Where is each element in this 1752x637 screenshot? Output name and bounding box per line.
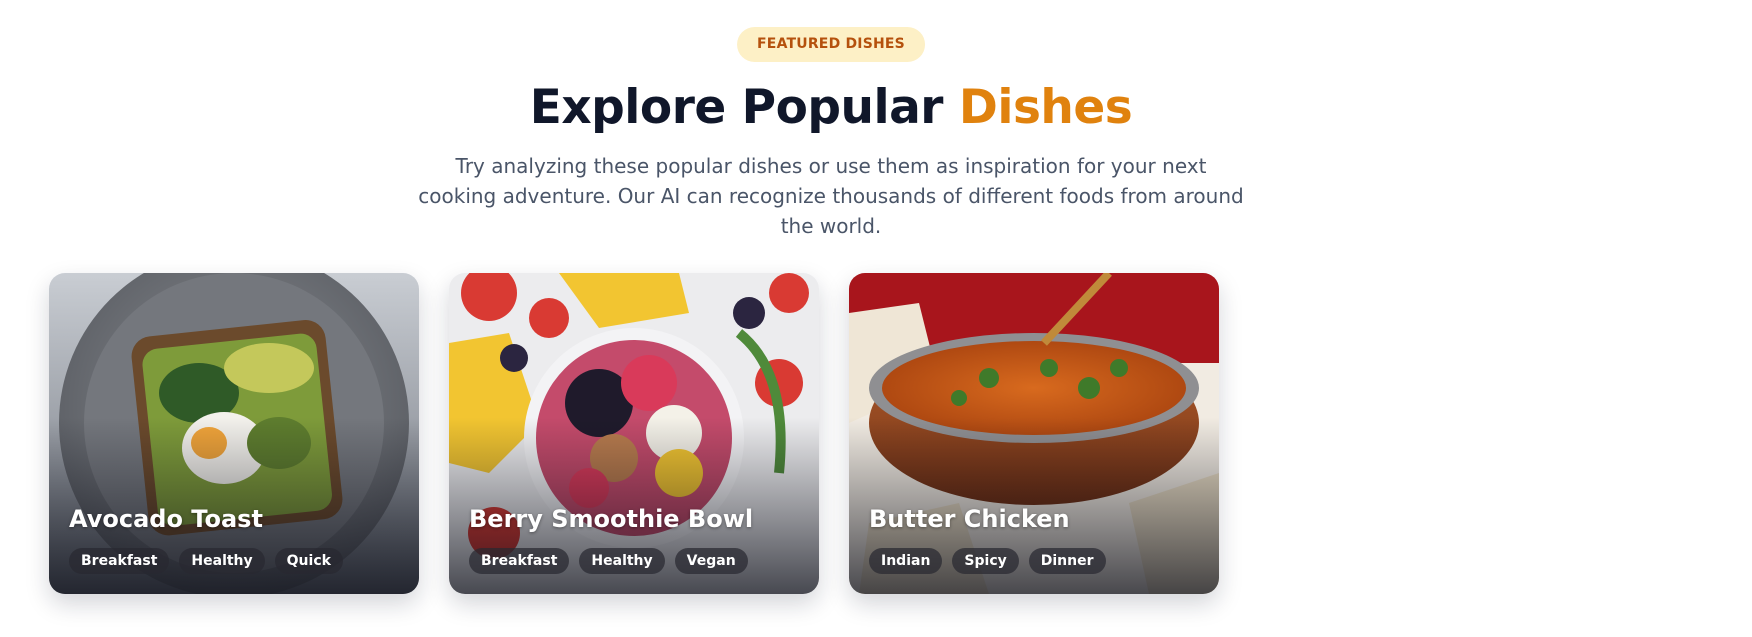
dish-tag: Breakfast [469,548,570,574]
dish-card-butter-chicken[interactable]: Butter Chicken Indian Spicy Dinner [849,273,1219,594]
featured-badge: FEATURED DISHES [737,27,925,62]
card-overlay [849,273,1219,594]
dish-tag: Vegan [674,548,748,574]
dish-name: Berry Smoothie Bowl [469,505,754,533]
dish-tag: Spicy [952,548,1019,574]
dish-tag: Healthy [179,548,265,574]
dish-tags: Breakfast Healthy Quick [69,548,343,574]
title-accent: Dishes [958,80,1133,135]
title-main: Explore Popular [529,80,959,135]
card-overlay [449,273,819,594]
card-overlay [49,273,419,594]
dish-tags: Breakfast Healthy Vegan [469,548,748,574]
dish-tag: Dinner [1028,548,1106,574]
dish-tag: Healthy [579,548,665,574]
dish-tag: Indian [869,548,943,574]
dish-tag: Quick [274,548,343,574]
dish-name: Avocado Toast [69,505,263,533]
dish-card-avocado-toast[interactable]: Avocado Toast Breakfast Healthy Quick [49,273,419,594]
dish-card-berry-smoothie-bowl[interactable]: Berry Smoothie Bowl Breakfast Healthy Ve… [449,273,819,594]
section-title: Explore Popular Dishes [0,78,1662,138]
dish-name: Butter Chicken [869,505,1070,533]
dish-tag: Breakfast [69,548,170,574]
section-subtitle: Try analyzing these popular dishes or us… [418,154,1244,238]
dish-tags: Indian Spicy Dinner [869,548,1106,574]
